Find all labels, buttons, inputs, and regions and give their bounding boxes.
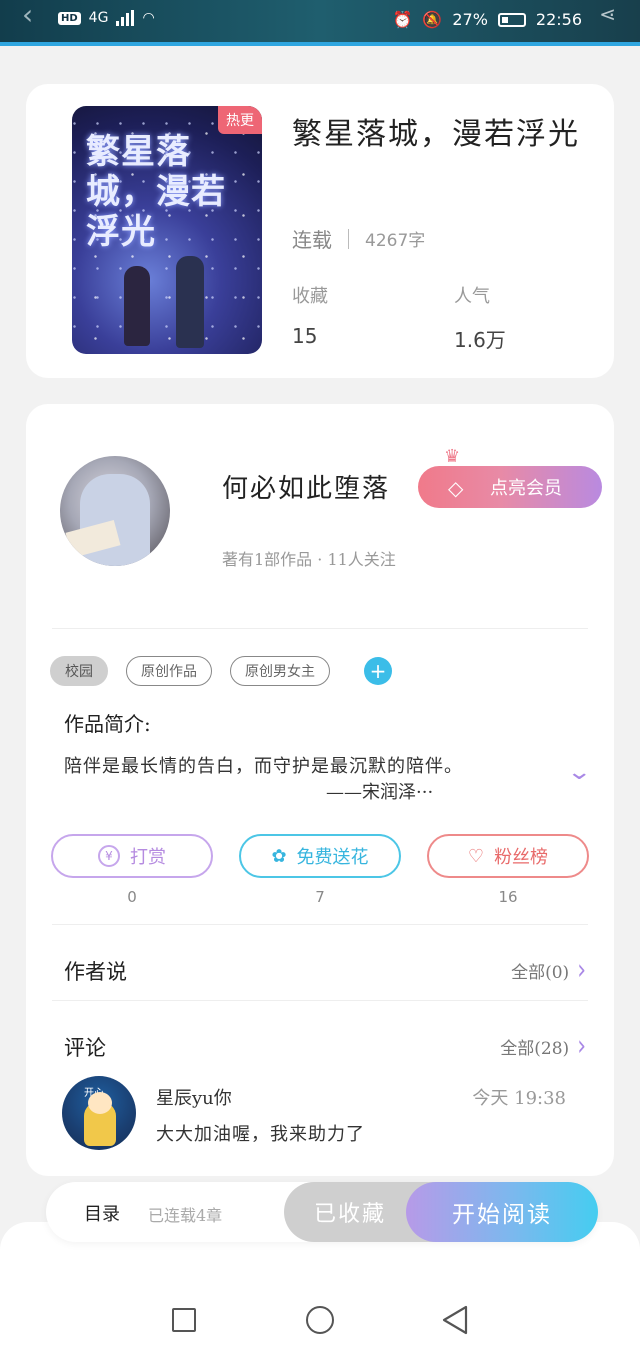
hd-badge: HD [58,11,81,25]
fan-ranking-label: 粉丝榜 [494,847,549,868]
expand-chevron-icon[interactable]: ⌄ [566,760,592,785]
network-label: 4G [88,10,109,26]
battery-percent: 27% [452,10,488,29]
start-reading-button[interactable]: 开始阅读 [406,1182,598,1242]
intro-text: 陪伴是最长情的告白，而守护是最沉默的陪伴。 [64,756,463,777]
send-flower-label: 免费送花 [296,847,369,868]
intro-signature: ——宋润泽··· [326,782,434,803]
tag[interactable]: 原创男女主 [230,656,330,686]
status-bar: ‹ HD 4G ◠ ⏰ 🔕 27% 22:56 ⋖ [0,0,640,46]
cover-title: 繁星落城，漫若浮光 [86,132,226,252]
author-says-more-label: 全部(0) [511,963,570,983]
battery-icon [497,12,526,27]
chevron-right-icon: › [577,1030,586,1063]
cover-figure-girl [124,266,150,346]
add-tag-icon[interactable]: + [364,657,392,685]
divider [52,924,588,925]
chevron-right-icon: › [577,954,586,987]
flower-count: 7 [315,888,325,906]
comment-user[interactable]: 星辰yu你 [156,1084,232,1110]
author-summary: 著有1部作品 · 11人关注 [222,550,396,569]
yen-icon: ¥ [98,845,120,867]
back-arrow-icon[interactable]: ‹ [22,0,33,30]
comment-time: 今天 19:38 [472,1088,566,1109]
book-status: 连载 [292,228,332,252]
crown-icon: ♛ [444,446,461,467]
tag-list: 校园 原创作品 原创男女主 + [50,656,392,686]
wifi-icon: ◠ [142,10,155,26]
toc-chapter-count: 已连载4章 [148,1206,223,1225]
author-name[interactable]: 何必如此堕落 [222,468,390,505]
popularity-label: 人气 [454,286,490,307]
book-info-card: 繁星落城，漫若浮光 热更 繁星落城，漫若浮光 连载 4267字 收藏 15 人气… [26,84,614,378]
book-meta: 连载 4267字 [292,224,425,253]
comments-more-label: 全部(28) [500,1039,570,1059]
reward-label: 打赏 [130,847,166,868]
cover-figure-boy [176,256,204,348]
hot-badge: 热更 [218,106,262,134]
toc-button[interactable]: 目录 [84,1200,120,1226]
commenter-avatar[interactable]: 开心 [62,1076,136,1150]
mute-icon: 🔕 [422,10,443,29]
book-detail-card: 何必如此堕落 ♛ ◇ 点亮会员 著有1部作品 · 11人关注 校园 原创作品 原… [26,404,614,1176]
favorites-label: 收藏 [292,286,328,307]
popularity-stat: 人气 1.6万 [454,282,506,353]
meta-divider [348,228,349,249]
author-says-more[interactable]: 全部(0) › [511,954,586,987]
author-avatar[interactable] [60,456,170,566]
reward-count: 0 [127,888,137,906]
home-icon[interactable] [306,1306,334,1334]
fan-icon: ♡ [467,845,485,867]
comments-title: 评论 [64,1036,106,1060]
popularity-value: 1.6万 [454,328,506,352]
intro-label: 作品简介: [64,712,151,736]
book-title: 繁星落城，漫若浮光 [292,117,580,152]
comment-text: 大大加油喔，我来助力了 [156,1124,365,1145]
fan-count: 16 [498,888,518,906]
tag[interactable]: 校园 [50,656,108,686]
back-triangle-icon[interactable] [440,1304,470,1336]
author-says-title: 作者说 [64,960,127,984]
avatar-kid-face [88,1092,112,1114]
tag[interactable]: 原创作品 [126,656,212,686]
book-cover[interactable]: 繁星落城，漫若浮光 热更 [72,106,262,354]
recent-apps-icon[interactable] [172,1308,196,1332]
comments-more[interactable]: 全部(28) › [500,1030,586,1063]
favorites-value: 15 [292,324,318,348]
send-flower-button[interactable]: ✿ 免费送花 [239,834,401,878]
signal-icon [116,10,135,26]
share-icon[interactable]: ⋖ [599,2,616,26]
favorites-stat: 收藏 15 [292,282,328,348]
clock: 22:56 [535,10,582,29]
system-nav-bar [0,1296,640,1346]
diamond-icon: ◇ [448,476,464,500]
word-count: 4267字 [365,231,426,251]
flower-icon: ✿ [271,845,287,867]
fan-ranking-button[interactable]: ♡ 粉丝榜 [427,834,589,878]
divider [52,628,588,629]
reward-button[interactable]: ¥ 打赏 [51,834,213,878]
vip-button[interactable]: ◇ 点亮会员 [418,466,602,508]
vip-button-label: 点亮会员 [490,478,562,499]
alarm-icon: ⏰ [392,10,413,29]
divider [52,1000,588,1001]
bottom-action-bar: 目录 已连载4章 已收藏 开始阅读 [46,1182,598,1242]
